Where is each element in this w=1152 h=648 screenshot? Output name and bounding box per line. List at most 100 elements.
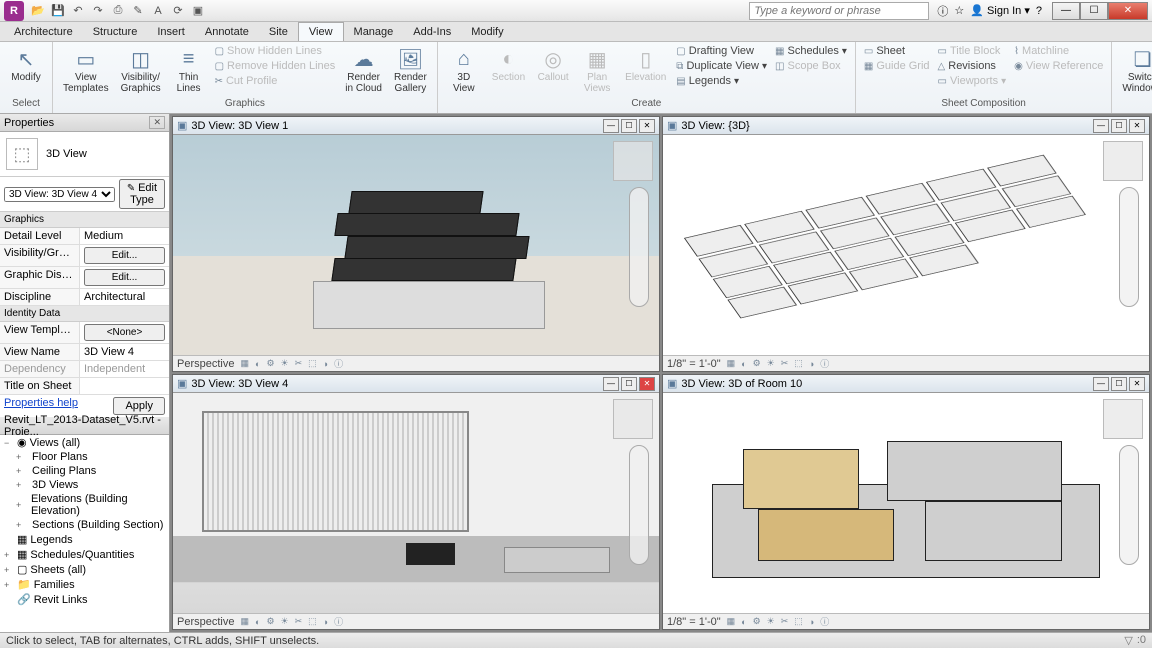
tree-item[interactable]: +▢Sheets (all) (0, 562, 169, 577)
tab-view[interactable]: View (298, 22, 344, 41)
foot-icon[interactable]: ⬚ (308, 616, 317, 627)
foot-icon[interactable]: ✂ (781, 358, 789, 369)
view-canvas[interactable] (173, 393, 659, 613)
3d-view-button[interactable]: ⌂3D View (444, 44, 484, 96)
expand-icon[interactable]: + (16, 466, 26, 476)
prop-graphic-display[interactable]: Graphic Displa...Edit... (0, 267, 169, 289)
view-canvas[interactable] (173, 135, 659, 355)
tab-architecture[interactable]: Architecture (4, 23, 83, 41)
foot-icon[interactable]: ⓘ (334, 615, 343, 628)
foot-icon[interactable]: ▦ (727, 616, 736, 627)
close-panel-icon[interactable]: ✕ (149, 116, 165, 129)
foot-icon[interactable]: ⓘ (820, 357, 829, 370)
foot-icon[interactable]: ⚙ (266, 616, 274, 627)
measure-icon[interactable]: ✎ (130, 3, 146, 19)
foot-icon[interactable]: ☀ (767, 358, 775, 369)
foot-icon[interactable]: ⚙ (753, 616, 761, 627)
expand-icon[interactable]: + (16, 500, 25, 510)
scale-label[interactable]: 1/8" = 1'-0" (667, 358, 721, 370)
foot-icon[interactable]: ▦ (240, 358, 249, 369)
view-cube[interactable] (1103, 141, 1143, 181)
tab-addins[interactable]: Add-Ins (403, 23, 461, 41)
view-header[interactable]: ▣ 3D View: {3D} — ☐ ✕ (663, 117, 1149, 135)
undo-icon[interactable]: ↶ (70, 3, 86, 19)
foot-icon[interactable]: ☀ (767, 616, 775, 627)
show-hidden-lines-button[interactable]: ▢Show Hidden Lines (213, 44, 338, 58)
legends-button[interactable]: ▤Legends ▾ (674, 74, 769, 88)
min-icon[interactable]: — (603, 119, 619, 133)
foot-icon[interactable]: ▦ (727, 358, 736, 369)
minimize-button[interactable]: — (1052, 2, 1080, 20)
close-icon[interactable]: ✕ (639, 377, 655, 391)
prop-detail-level[interactable]: Detail LevelMedium (0, 228, 169, 245)
nav-bar[interactable] (629, 445, 649, 565)
view-selector[interactable]: 3D View: 3D View 4 (4, 187, 115, 202)
apply-button[interactable]: Apply (113, 397, 165, 415)
expand-icon[interactable]: + (4, 565, 14, 575)
foot-icon[interactable]: ⓘ (820, 615, 829, 628)
foot-icon[interactable]: ⬚ (794, 358, 803, 369)
foot-icon[interactable]: ⬚ (308, 358, 317, 369)
close-icon[interactable]: ✕ (639, 119, 655, 133)
scope-box-button[interactable]: ◫Scope Box (773, 59, 849, 73)
view-header[interactable]: ▣ 3D View: 3D of Room 10 — ☐ ✕ (663, 375, 1149, 393)
app-logo[interactable]: R (4, 1, 24, 21)
thin-lines-button[interactable]: ≡Thin Lines (169, 44, 209, 96)
foot-icon[interactable]: ◑ (809, 359, 814, 369)
callout-button[interactable]: ◎Callout (533, 44, 573, 85)
tab-site[interactable]: Site (259, 23, 298, 41)
expand-icon[interactable]: + (16, 480, 26, 490)
guide-grid-button[interactable]: ▦Guide Grid (862, 59, 932, 73)
min-icon[interactable]: — (1093, 119, 1109, 133)
foot-icon[interactable]: ◑ (809, 617, 814, 627)
foot-icon[interactable]: ◐ (255, 617, 260, 627)
prop-view-name[interactable]: View Name3D View 4 (0, 344, 169, 361)
scale-label[interactable]: 1/8" = 1'-0" (667, 616, 721, 628)
tab-modify[interactable]: Modify (461, 23, 513, 41)
foot-icon[interactable]: ◑ (323, 359, 328, 369)
tree-item[interactable]: +Ceiling Plans (0, 464, 169, 478)
title-block-button[interactable]: ▭Title Block (936, 44, 1009, 58)
view-templates-button[interactable]: ▭View Templates (59, 44, 113, 96)
edit-button[interactable]: Edit... (84, 269, 165, 286)
view-header[interactable]: ▣ 3D View: 3D View 4 — ☐ ✕ (173, 375, 659, 393)
view-canvas[interactable] (663, 135, 1149, 355)
edit-type-button[interactable]: ✎ Edit Type (119, 179, 165, 209)
elevation-button[interactable]: ▯Elevation (621, 44, 670, 85)
text-icon[interactable]: A (150, 3, 166, 19)
foot-icon[interactable]: ⚙ (753, 358, 761, 369)
none-button[interactable]: <None> (84, 324, 165, 341)
expand-icon[interactable]: + (16, 520, 26, 530)
sync-icon[interactable]: ⟳ (170, 3, 186, 19)
prop-view-template[interactable]: View Template<None> (0, 322, 169, 344)
switch-windows-button[interactable]: ❏Switch Windows (1118, 44, 1152, 96)
visibility-graphics-button[interactable]: ◫Visibility/ Graphics (117, 44, 165, 96)
max-icon[interactable]: ☐ (1111, 377, 1127, 391)
tree-item[interactable]: +Sections (Building Section) (0, 518, 169, 532)
foot-icon[interactable]: ◐ (741, 359, 746, 369)
tree-item[interactable]: +▦Schedules/Quantities (0, 547, 169, 562)
max-icon[interactable]: ☐ (1111, 119, 1127, 133)
tree-item[interactable]: −◉Views (all) (0, 435, 169, 450)
expand-icon[interactable]: + (16, 452, 26, 462)
section-button[interactable]: ◐Section (488, 44, 529, 85)
prop-visibility[interactable]: Visibility/Grap...Edit... (0, 245, 169, 267)
foot-icon[interactable]: ◐ (255, 359, 260, 369)
foot-icon[interactable]: ✂ (295, 358, 303, 369)
info-icon[interactable]: ⓘ (937, 3, 948, 19)
foot-icon[interactable]: ⬚ (794, 616, 803, 627)
view-header[interactable]: ▣ 3D View: 3D View 1 — ☐ ✕ (173, 117, 659, 135)
close-button[interactable]: ✕ (1108, 2, 1148, 20)
foot-icon[interactable]: ◑ (323, 617, 328, 627)
render-cloud-button[interactable]: ☁Render in Cloud (341, 44, 386, 96)
modify-button[interactable]: ↖Modify (6, 44, 46, 85)
foot-icon[interactable]: ☀ (281, 616, 289, 627)
nav-bar[interactable] (1119, 445, 1139, 565)
tree-item[interactable]: +Elevations (Building Elevation) (0, 492, 169, 518)
view-cube[interactable] (1103, 399, 1143, 439)
expand-icon[interactable]: + (4, 580, 14, 590)
properties-type[interactable]: ⬚ 3D View (0, 132, 169, 177)
tab-annotate[interactable]: Annotate (195, 23, 259, 41)
3d-icon[interactable]: ▣ (190, 3, 206, 19)
tab-manage[interactable]: Manage (344, 23, 404, 41)
